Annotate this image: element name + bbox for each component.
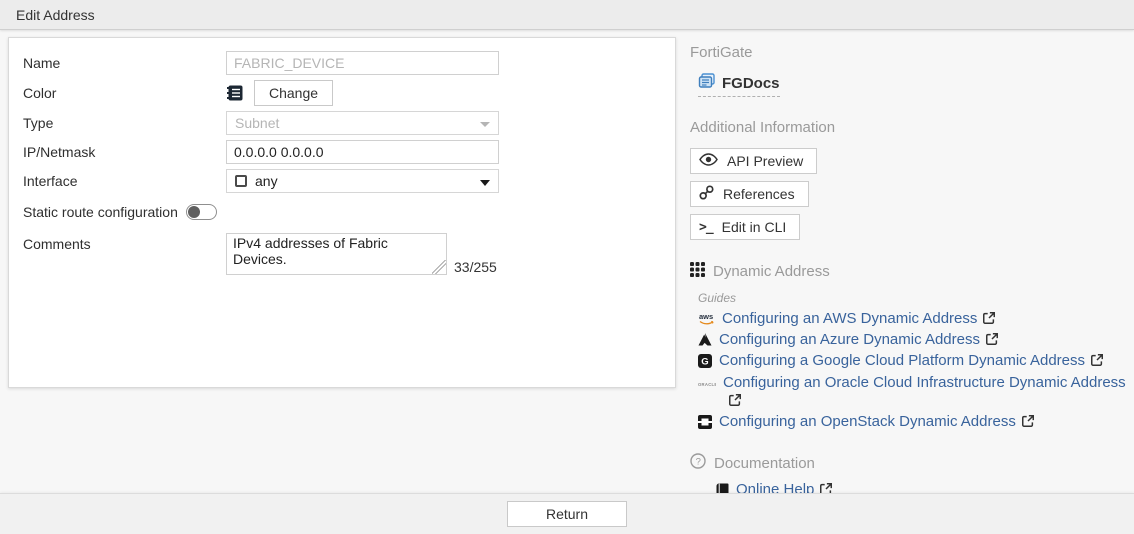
interface-label: Interface [23, 173, 226, 189]
ip-netmask-input[interactable] [226, 140, 499, 164]
external-link-icon [1090, 353, 1104, 372]
grid-icon [690, 262, 705, 281]
references-button[interactable]: References [690, 181, 809, 207]
type-label: Type [23, 115, 226, 131]
azure-icon [698, 333, 712, 351]
color-row: Color Change [23, 80, 675, 106]
edit-in-cli-button[interactable]: >_ Edit in CLI [690, 214, 800, 240]
fgdocs-link[interactable]: FGDocs [698, 73, 780, 97]
guide-link[interactable]: Configuring a Google Cloud Platform Dyna… [719, 352, 1085, 369]
name-row: Name [23, 51, 675, 75]
openstack-icon [698, 415, 712, 434]
oracle-icon: ORACLE [698, 376, 716, 394]
titlebar: Edit Address [0, 0, 1134, 30]
guide-link[interactable]: Configuring an AWS Dynamic Address [722, 310, 977, 327]
static-route-row: Static route configuration [23, 200, 675, 224]
page-title: Edit Address [16, 7, 95, 23]
return-button[interactable]: Return [507, 501, 627, 527]
type-value: Subnet [235, 115, 279, 131]
name-label: Name [23, 55, 226, 71]
aws-icon: aws [698, 312, 715, 330]
name-input[interactable] [226, 51, 499, 75]
question-circle-icon: ? [690, 453, 706, 473]
interface-select[interactable]: any [226, 169, 499, 193]
guide-link[interactable]: Configuring an OpenStack Dynamic Address [719, 413, 1016, 430]
chevron-down-icon [480, 122, 490, 127]
guide-link-google: G Configuring a Google Cloud Platform Dy… [698, 352, 1126, 373]
eye-icon [699, 153, 718, 169]
external-link-icon [1021, 414, 1035, 433]
change-color-button[interactable]: Change [254, 80, 333, 106]
link-icon [699, 185, 714, 203]
additional-info-section-title: Additional Information [690, 119, 1126, 136]
edit-address-form: Name Color Change Type Subnet IP/Netmask [8, 37, 676, 388]
footer-bar: Return [0, 493, 1134, 534]
dynamic-address-section-title: Dynamic Address [690, 262, 1126, 281]
type-row: Type Subnet [23, 111, 675, 135]
external-link-icon [982, 311, 996, 330]
info-sidebar: FortiGate FGDocs Additional Information [690, 44, 1126, 524]
guide-link-aws: aws Configuring an AWS Dynamic Address [698, 310, 1126, 330]
documentation-section-title: ? Documentation [690, 453, 1126, 473]
svg-text:?: ? [696, 456, 701, 467]
color-label: Color [23, 85, 226, 101]
guide-link-azure: Configuring an Azure Dynamic Address [698, 331, 1126, 351]
svg-text:aws: aws [699, 312, 713, 321]
guides-label: Guides [698, 291, 1126, 305]
google-cloud-icon: G [698, 354, 712, 373]
chevron-down-icon [480, 180, 490, 186]
fgdocs-label: FGDocs [722, 75, 780, 92]
interface-row: Interface any [23, 169, 675, 193]
comments-label: Comments [23, 233, 226, 252]
static-route-toggle[interactable] [186, 204, 217, 220]
any-interface-icon [235, 175, 247, 187]
svg-text:ORACLE: ORACLE [698, 382, 716, 387]
cli-icon: >_ [699, 220, 713, 235]
toggle-knob [188, 206, 200, 218]
interface-value: any [255, 173, 278, 189]
comments-textarea[interactable]: IPv4 addresses of Fabric Devices. [226, 233, 447, 275]
guide-link-oracle: ORACLE Configuring an Oracle Cloud Infra… [698, 374, 1126, 412]
comments-char-counter: 33/255 [454, 259, 497, 275]
additional-info-buttons: API Preview References >_ Edit in CLI [690, 148, 1126, 240]
ip-netmask-row: IP/Netmask [23, 140, 675, 164]
external-link-icon [728, 393, 742, 412]
external-link-icon [985, 332, 999, 351]
address-color-swatch-icon [226, 84, 244, 102]
api-preview-button[interactable]: API Preview [690, 148, 817, 174]
fortigate-section-title: FortiGate [690, 44, 1126, 61]
guide-link-openstack: Configuring an OpenStack Dynamic Address [698, 413, 1126, 434]
guide-link[interactable]: Configuring an Azure Dynamic Address [719, 331, 980, 348]
ip-netmask-label: IP/Netmask [23, 144, 226, 160]
fgdocs-icon [698, 73, 716, 93]
type-select: Subnet [226, 111, 499, 135]
guide-link[interactable]: Configuring an Oracle Cloud Infrastructu… [723, 374, 1126, 391]
static-route-label: Static route configuration [23, 204, 178, 220]
svg-text:G: G [701, 357, 708, 368]
comments-row: Comments IPv4 addresses of Fabric Device… [23, 233, 675, 275]
